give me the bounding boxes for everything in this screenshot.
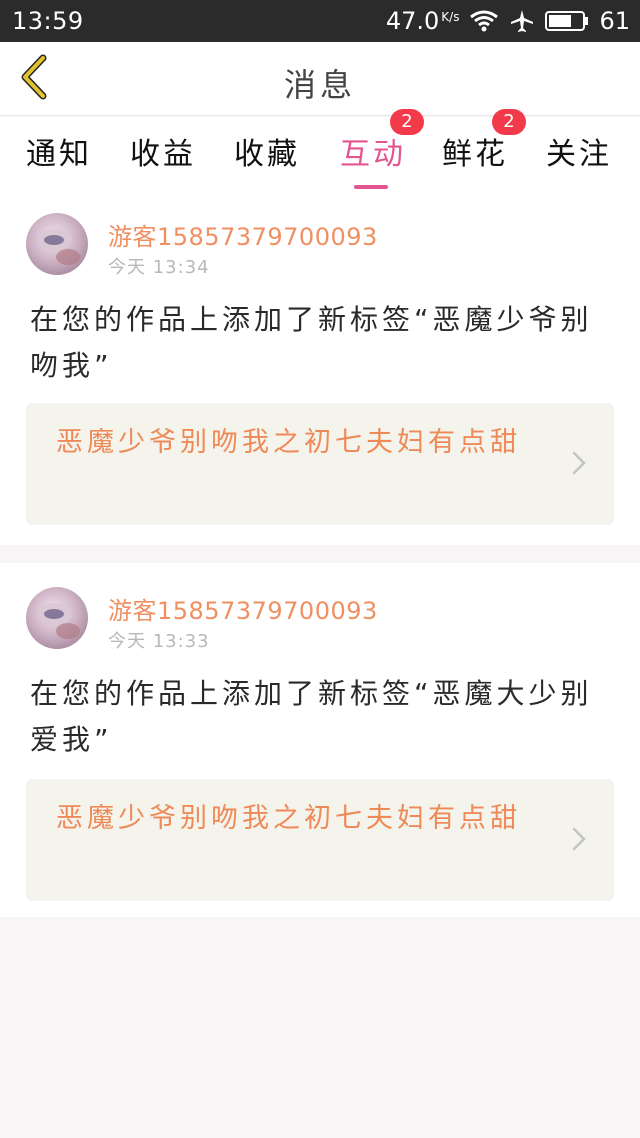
airplane-icon [509,8,535,34]
message-card: 游客15857379700093 今天 13:34 在您的作品上添加了新标签“恶… [0,191,640,545]
message-time: 今天 13:33 [108,631,210,652]
work-link[interactable]: 恶魔少爷别吻我之初七夫妇有点甜 [26,403,614,525]
notification-badge: 2 [492,109,526,135]
tab-label: 关注 [546,137,612,172]
tab-label: 鲜花 [442,137,508,172]
tab-flowers[interactable]: 鲜花 2 [442,109,526,173]
header-bar: 消息 [0,42,640,116]
status-time: 13:59 [12,7,84,35]
status-right: 47.0 K/s 61 [386,6,630,36]
username[interactable]: 游客15857379700093 [108,217,378,252]
tab-label: 收藏 [234,137,300,172]
tab-label: 通知 [26,137,92,172]
tab-notify[interactable]: 通知 [26,129,92,173]
message-card: 游客15857379700093 今天 13:33 在您的作品上添加了新标签“恶… [0,563,640,917]
network-speed-unit: K/s [441,10,460,24]
tab-follow[interactable]: 关注 [546,129,612,173]
message-text: 在您的作品上添加了新标签“恶魔少爷别吻我” [30,303,593,382]
username[interactable]: 游客15857379700093 [108,591,378,626]
tab-bar: 通知 收益 收藏 互动 2 鲜花 2 关注 [0,109,640,191]
network-speed-value: 47.0 [385,7,440,35]
message-text: 在您的作品上添加了新标签“恶魔大少别爱我” [30,677,593,756]
tab-earnings[interactable]: 收益 [130,129,196,173]
message-time: 今天 13:34 [108,257,210,278]
tab-label: 互动 [340,137,406,172]
wifi-icon [469,9,499,33]
notification-badge: 2 [390,109,424,135]
work-link[interactable]: 恶魔少爷别吻我之初七夫妇有点甜 [26,779,614,901]
battery-level: 61 [599,7,630,35]
avatar[interactable] [26,213,88,275]
active-tab-indicator [354,185,388,189]
tab-label: 收益 [130,137,196,172]
chevron-right-icon [572,451,586,479]
avatar[interactable] [26,587,88,649]
network-speed: 47.0 K/s [386,7,460,35]
chevron-right-icon [572,827,586,855]
status-bar: 13:59 47.0 K/s 61 [0,0,640,42]
tab-favorites[interactable]: 收藏 [234,129,300,173]
page-title: 消息 [283,66,356,104]
battery-icon [545,10,589,32]
work-title: 恶魔少爷别吻我之初七夫妇有点甜 [56,803,521,834]
tab-interaction[interactable]: 互动 2 [340,109,424,189]
work-title: 恶魔少爷别吻我之初七夫妇有点甜 [56,427,521,458]
